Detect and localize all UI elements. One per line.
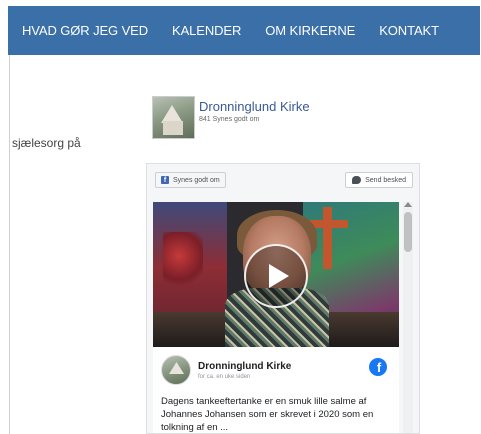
page-likes-count: 841 Synes godt om: [199, 116, 260, 123]
facebook-page-widget: f Synes godt om Send besked Dronninglund…: [146, 163, 420, 434]
facebook-logo-icon[interactable]: f: [369, 358, 387, 376]
facebook-like-icon: f: [161, 176, 169, 184]
video-player[interactable]: [153, 202, 399, 347]
post-header: Dronninglund Kirke for ca. en uke siden …: [153, 347, 399, 393]
page-info: Dronninglund Kirke 841 Synes godt om: [199, 99, 310, 123]
main-nav: HVAD GØR JEG VED KALENDER OM KIRKERNE KO…: [8, 6, 480, 55]
send-message-button[interactable]: Send besked: [345, 172, 413, 188]
play-icon[interactable]: [244, 244, 308, 308]
messenger-icon: [352, 176, 362, 184]
like-page-button[interactable]: f Synes godt om: [155, 172, 226, 188]
scrollbar-thumb[interactable]: [404, 212, 412, 252]
post-timestamp[interactable]: for ca. en uke siden: [198, 374, 291, 380]
facebook-post: Dronninglund Kirke for ca. en uke siden …: [153, 202, 399, 433]
nav-item-hvad-gor-jeg-ved[interactable]: HVAD GØR JEG VED: [22, 23, 148, 38]
content-divider: [9, 55, 10, 434]
page-name-link[interactable]: Dronninglund Kirke: [199, 99, 310, 114]
avatar[interactable]: [161, 355, 191, 385]
post-author[interactable]: Dronninglund Kirke: [198, 361, 291, 372]
widget-scrollbar[interactable]: [403, 202, 413, 433]
send-message-label: Send besked: [365, 176, 406, 184]
facebook-page-header: Dronninglund Kirke 841 Synes godt om: [152, 96, 310, 139]
widget-toolbar: f Synes godt om Send besked: [147, 164, 419, 196]
page-thumbnail[interactable]: [152, 96, 195, 139]
nav-item-kalender[interactable]: KALENDER: [172, 23, 241, 38]
nav-item-kontakt[interactable]: KONTAKT: [379, 23, 439, 38]
post-meta: Dronninglund Kirke for ca. en uke siden: [198, 361, 291, 380]
nav-item-om-kirkerne[interactable]: OM KIRKERNE: [265, 23, 355, 38]
like-page-label: Synes godt om: [173, 176, 220, 184]
scroll-up-arrow-icon[interactable]: [404, 202, 412, 207]
side-text: sjælesorg på: [12, 136, 81, 150]
post-text: Dagens tankeeftertanke er en smuk lille …: [161, 396, 374, 433]
